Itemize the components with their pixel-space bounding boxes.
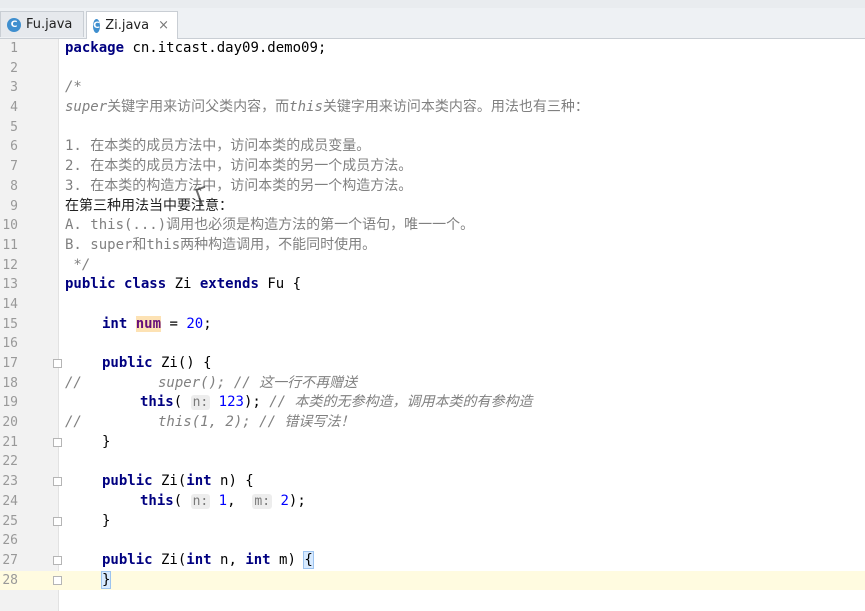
code-line: 18 // super(); // 这一行不再赠送 <box>0 374 865 394</box>
code-line: 27 public Zi(int n, int m) { <box>0 550 865 571</box>
param-hint: n: <box>190 493 211 509</box>
code-line: 6 1. 在本类的成员方法中，访问本类的成员变量。 <box>0 137 865 157</box>
line-number: 19 <box>2 395 18 411</box>
code-text: int num = 20; <box>102 315 212 332</box>
code-line: 17 public Zi() { <box>0 354 865 374</box>
tab-label: Zi.java <box>105 18 150 33</box>
line-number: 18 <box>2 375 18 391</box>
code-line: 1 package cn.itcast.day09.demo09; <box>0 39 865 59</box>
code-line: 3 /* <box>0 78 865 98</box>
line-number: 17 <box>2 356 18 371</box>
param-hint: m: <box>252 493 273 509</box>
code-line: 12 */ <box>0 256 865 276</box>
fold-marker-icon[interactable] <box>53 555 62 565</box>
code-line: 20 // this(1, 2); // 错误写法！ <box>0 413 865 433</box>
line-number: 6 <box>10 139 18 155</box>
tab-fu-java[interactable]: C Fu.java <box>0 11 84 37</box>
line-number: 7 <box>10 159 18 175</box>
code-line: 7 2. 在本类的成员方法中，访问本类的另一个成员方法。 <box>0 157 865 177</box>
code-line: 14 <box>0 295 865 315</box>
line-number: 11 <box>2 237 18 253</box>
line-number: 15 <box>2 316 18 332</box>
code-text: } <box>102 512 111 529</box>
code-text: } <box>100 570 112 591</box>
line-number: 2 <box>10 60 18 76</box>
editor-tab-bar: C Fu.java C Zi.java × <box>0 8 865 39</box>
line-number: 25 <box>2 513 18 529</box>
comment-text: B. super和this两种构造调用，不能同时使用。 <box>65 236 377 253</box>
line-number: 9 <box>10 198 18 214</box>
code-line: 16 <box>0 334 865 354</box>
code-line: 13 public class Zi extends Fu { <box>0 275 865 295</box>
code-line: 21 } <box>0 433 865 453</box>
line-number: 10 <box>2 218 18 234</box>
current-code-line: 28 } <box>0 570 865 591</box>
line-number: 28 <box>2 572 18 588</box>
code-text: } <box>102 433 111 450</box>
line-number: 1 <box>10 41 18 56</box>
code-line: 15 int num = 20; <box>0 315 865 335</box>
line-number: 4 <box>10 100 18 116</box>
fold-marker-icon[interactable] <box>53 575 62 585</box>
comment-text: A. this(...)调用也必须是构造方法的第一个语句，唯一一个。 <box>65 217 475 234</box>
comment-text: // <box>65 374 82 391</box>
comment-text: 1. 在本类的成员方法中，访问本类的成员变量。 <box>65 138 371 155</box>
line-number: 14 <box>2 296 18 312</box>
comment-text: 3. 在本类的构造方法中，访问本类的另一个构造方法。 <box>65 177 413 194</box>
fold-marker-icon[interactable] <box>53 477 62 487</box>
class-c-icon: C <box>7 17 21 32</box>
tab-zi-java[interactable]: C Zi.java × <box>86 11 178 39</box>
code-line: 5 <box>0 118 865 138</box>
code-text: public Zi() { <box>102 355 212 371</box>
line-number: 20 <box>2 415 18 431</box>
comment-text: // <box>65 414 82 431</box>
close-icon[interactable]: × <box>158 18 169 33</box>
line-number: 22 <box>2 454 18 470</box>
line-number: 12 <box>2 257 18 273</box>
line-number: 16 <box>2 336 18 352</box>
fold-marker-icon[interactable] <box>53 359 62 368</box>
line-number: 26 <box>2 533 18 549</box>
code-text: this( n: 1, m: 2); <box>140 492 306 509</box>
code-line: 19 this( n: 123); // 本类的无参构造，调用本类的有参构造 <box>0 393 865 413</box>
fold-marker-icon[interactable] <box>53 437 62 447</box>
code-line: 25 } <box>0 512 865 532</box>
line-number: 24 <box>2 493 18 509</box>
comment-text: this(1, 2); // 错误写法！ <box>158 414 355 431</box>
line-number: 27 <box>2 552 18 568</box>
code-line: 22 <box>0 452 865 472</box>
code-line: 24 this( n: 1, m: 2); <box>0 492 865 512</box>
code-text: package cn.itcast.day09.demo09; <box>65 40 327 56</box>
comment-text: super(); // 这一行不再赠送 <box>158 374 358 391</box>
line-number: 13 <box>2 277 18 293</box>
matched-brace: } <box>100 570 112 589</box>
code-line: 26 <box>0 531 865 551</box>
code-line: 2 <box>0 59 865 79</box>
code-line: 4 super关键字用来访问父类内容，而this关键字用来访问本类内容。用法也有… <box>0 98 865 118</box>
code-text: this( n: 123); // 本类的无参构造，调用本类的有参构造 <box>140 394 533 411</box>
code-text: public Zi(int n) { <box>102 473 254 490</box>
comment-text: super关键字用来访问父类内容，而this关键字用来访问本类内容。用法也有三种… <box>65 99 589 116</box>
line-number: 8 <box>10 178 18 194</box>
comment-text: /* <box>65 79 82 96</box>
code-line: 11 B. super和this两种构造调用，不能同时使用。 <box>0 236 865 256</box>
code-text: public Zi(int n, int m) { <box>102 550 314 569</box>
matched-brace: { <box>303 550 314 569</box>
fold-marker-icon[interactable] <box>53 516 62 526</box>
line-number: 3 <box>10 80 18 96</box>
param-hint: n: <box>190 395 211 411</box>
code-line: 8 3. 在本类的构造方法中，访问本类的另一个构造方法。 <box>0 177 865 197</box>
code-line: 9 在第三种用法当中要注意： <box>0 197 865 217</box>
tab-label: Fu.java <box>26 17 73 32</box>
line-number: 21 <box>2 434 18 450</box>
code-text: public class Zi extends Fu { <box>65 276 302 293</box>
comment-text: */ <box>65 256 91 273</box>
code-line: 23 public Zi(int n) { <box>0 472 865 492</box>
line-number: 5 <box>10 119 18 135</box>
code-editor[interactable]: 1 package cn.itcast.day09.demo09; 2 3 /*… <box>0 39 865 591</box>
class-c-icon: C <box>93 18 101 33</box>
code-line: 10 A. this(...)调用也必须是构造方法的第一个语句，唯一一个。 <box>0 216 865 236</box>
line-number: 23 <box>2 474 18 490</box>
comment-text: 2. 在本类的成员方法中，访问本类的另一个成员方法。 <box>65 158 413 175</box>
